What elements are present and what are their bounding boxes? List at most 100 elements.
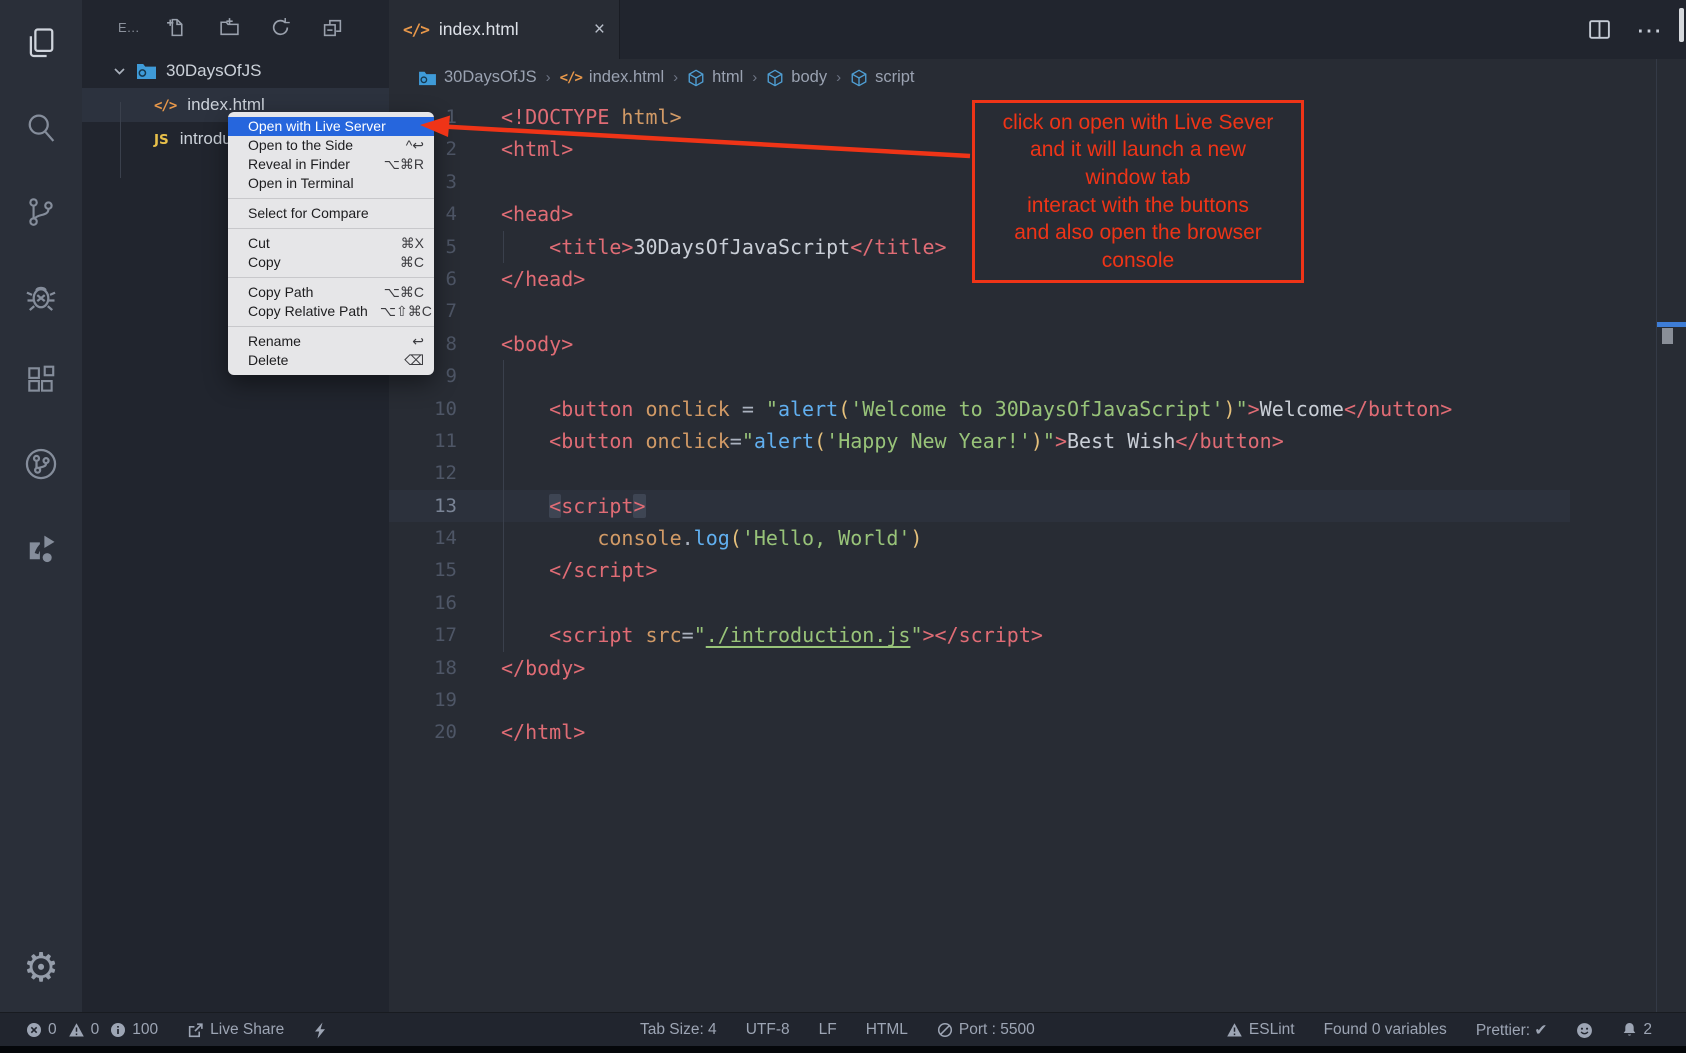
menu-item-open-with-live-server[interactable]: Open with Live Server (228, 117, 434, 136)
menu-item-shortcut: ⌫ (404, 351, 424, 370)
close-icon[interactable]: × (594, 19, 605, 41)
menu-item-shortcut: ⌥⇧⌘C (380, 302, 432, 321)
new-file-icon[interactable] (166, 16, 188, 38)
cube-icon (687, 69, 705, 87)
menu-item-cut[interactable]: Cut⌘X (228, 234, 434, 253)
code-line-18[interactable]: 18</body> (389, 652, 1686, 684)
code-token (501, 494, 549, 518)
extensions-icon[interactable] (0, 338, 82, 422)
code-line-20[interactable]: 20 </html> (389, 716, 1686, 748)
menu-separator (228, 198, 434, 199)
menu-item-copy-relative-path[interactable]: Copy Relative Path⌥⇧⌘C (228, 302, 434, 321)
code-line-16[interactable]: 16 (389, 587, 1686, 619)
code-line-13[interactable]: 13 <script> (389, 490, 1686, 522)
menu-separator (228, 277, 434, 278)
code-line-10[interactable]: 10 <button onclick = "alert('Welcome to … (389, 393, 1686, 425)
code-token (501, 429, 549, 453)
refresh-icon[interactable] (270, 16, 292, 38)
code-line-9[interactable]: 9 (389, 360, 1686, 392)
code-token: <script (549, 623, 633, 647)
breadcrumb-item-30DaysOfJS[interactable]: 30DaysOfJS (418, 68, 537, 87)
code-token: <!DOCTYPE (501, 105, 621, 129)
new-folder-icon[interactable] (218, 16, 240, 38)
lightning-bolt-icon (313, 1022, 327, 1039)
code-line-7[interactable]: 7 (389, 295, 1686, 327)
tree-root-folder[interactable]: 30DaysOfJS (82, 54, 389, 88)
files-icon[interactable] (0, 0, 82, 86)
status-left: 00 100 Live Share (26, 1013, 338, 1047)
menu-item-rename[interactable]: Rename↩ (228, 332, 434, 351)
code-token: 'Hello, World' (742, 526, 911, 550)
code-line-17[interactable]: 17 <script src="./introduction.js"></scr… (389, 619, 1686, 651)
code-line-19[interactable]: 19 (389, 684, 1686, 716)
scrollbar-thumb[interactable] (1662, 328, 1673, 344)
menu-item-shortcut: ↩ (412, 332, 424, 351)
split-editor-icon[interactable] (1587, 17, 1612, 42)
code-line-15[interactable]: 15 </script> (389, 554, 1686, 586)
status-item-tab-size-4[interactable]: Tab Size: 4 (640, 1021, 717, 1039)
collapse-all-icon[interactable] (322, 16, 344, 38)
folder-icon (418, 70, 437, 86)
html-file-icon: </> (154, 95, 176, 115)
status-item-eslint[interactable]: ESLint (1226, 1021, 1295, 1039)
breadcrumb-label: 30DaysOfJS (444, 68, 537, 87)
breadcrumb-item-index.html[interactable]: </> index.html (560, 68, 665, 87)
code-token: " (910, 623, 922, 647)
code-line-8[interactable]: 8<body> (389, 328, 1686, 360)
code-token: ) (1031, 429, 1043, 453)
share-arrow-icon[interactable] (0, 506, 82, 590)
status-item-found-0-variables[interactable]: Found 0 variables (1324, 1021, 1447, 1039)
line-number: 20 (389, 716, 457, 748)
code-token: = (682, 623, 694, 647)
cube-icon (766, 69, 784, 87)
search-icon[interactable] (0, 86, 82, 170)
line-number: 15 (389, 554, 457, 586)
debug-icon[interactable] (0, 254, 82, 338)
code-line-14[interactable]: 14 console.log('Hello, World') (389, 522, 1686, 554)
status-item-0[interactable]: 0 (68, 1021, 100, 1039)
breadcrumb-separator: › (546, 69, 551, 86)
breadcrumb-item-body[interactable]: body (766, 68, 827, 87)
source-control-icon[interactable] (0, 170, 82, 254)
breadcrumb-label: index.html (589, 68, 664, 87)
line-number: 14 (389, 522, 457, 554)
overview-ruler-divider (1656, 59, 1657, 1012)
breadcrumb-item-script[interactable]: script (850, 68, 914, 87)
status-item-prettier-[interactable]: Prettier: ✔ (1476, 1021, 1548, 1040)
code-line-11[interactable]: 11 <button onclick="alert('Happy New Yea… (389, 425, 1686, 457)
status-item-text: 100 (132, 1021, 158, 1039)
menu-item-open-to-the-side[interactable]: Open to the Side^↩ (228, 136, 434, 155)
folder-icon (136, 62, 157, 80)
code-line-12[interactable]: 12 (389, 457, 1686, 489)
menu-item-reveal-in-finder[interactable]: Reveal in Finder⌥⌘R (228, 155, 434, 174)
window-scrollbar[interactable] (1679, 8, 1684, 42)
status-item-port-5500[interactable]: Port : 5500 (937, 1021, 1035, 1039)
html-badge-icon: </> (560, 68, 582, 87)
status-item-smiley[interactable] (1576, 1022, 1593, 1039)
circle-branch-icon[interactable] (0, 422, 82, 506)
code-token: <button (549, 397, 633, 421)
status-item-100[interactable]: 100 (110, 1021, 158, 1039)
menu-item-label: Delete (248, 351, 392, 370)
status-item-0[interactable]: 0 (26, 1021, 57, 1039)
tab-index-html[interactable]: </> index.html × (389, 0, 620, 59)
status-item-utf-8[interactable]: UTF-8 (746, 1021, 790, 1039)
status-item-lightning-bolt[interactable] (313, 1022, 327, 1039)
menu-item-delete[interactable]: Delete ⌫ (228, 351, 434, 370)
menu-item-open-in-terminal[interactable]: Open in Terminal (228, 174, 434, 193)
breadcrumb-item-html[interactable]: html (687, 68, 743, 87)
menu-item-copy-path[interactable]: Copy Path⌥⌘C (228, 283, 434, 302)
code-token: </html> (501, 720, 585, 744)
line-number: 12 (389, 457, 457, 489)
status-item-html[interactable]: HTML (866, 1021, 908, 1039)
status-item-2[interactable]: 2 (1622, 1021, 1652, 1039)
status-item-lf[interactable]: LF (819, 1021, 837, 1039)
menu-item-label: Copy Path (248, 283, 372, 302)
settings-gear-icon[interactable]: ⚙ (0, 942, 82, 994)
menu-item-copy[interactable]: Copy⌘C (228, 253, 434, 272)
status-item-live-share[interactable]: Live Share (187, 1021, 284, 1039)
tree-indent-guide (120, 102, 121, 178)
menu-item-select-for-compare[interactable]: Select for Compare (228, 204, 434, 223)
code-token: " (766, 397, 778, 421)
status-item-text: UTF-8 (746, 1021, 790, 1039)
